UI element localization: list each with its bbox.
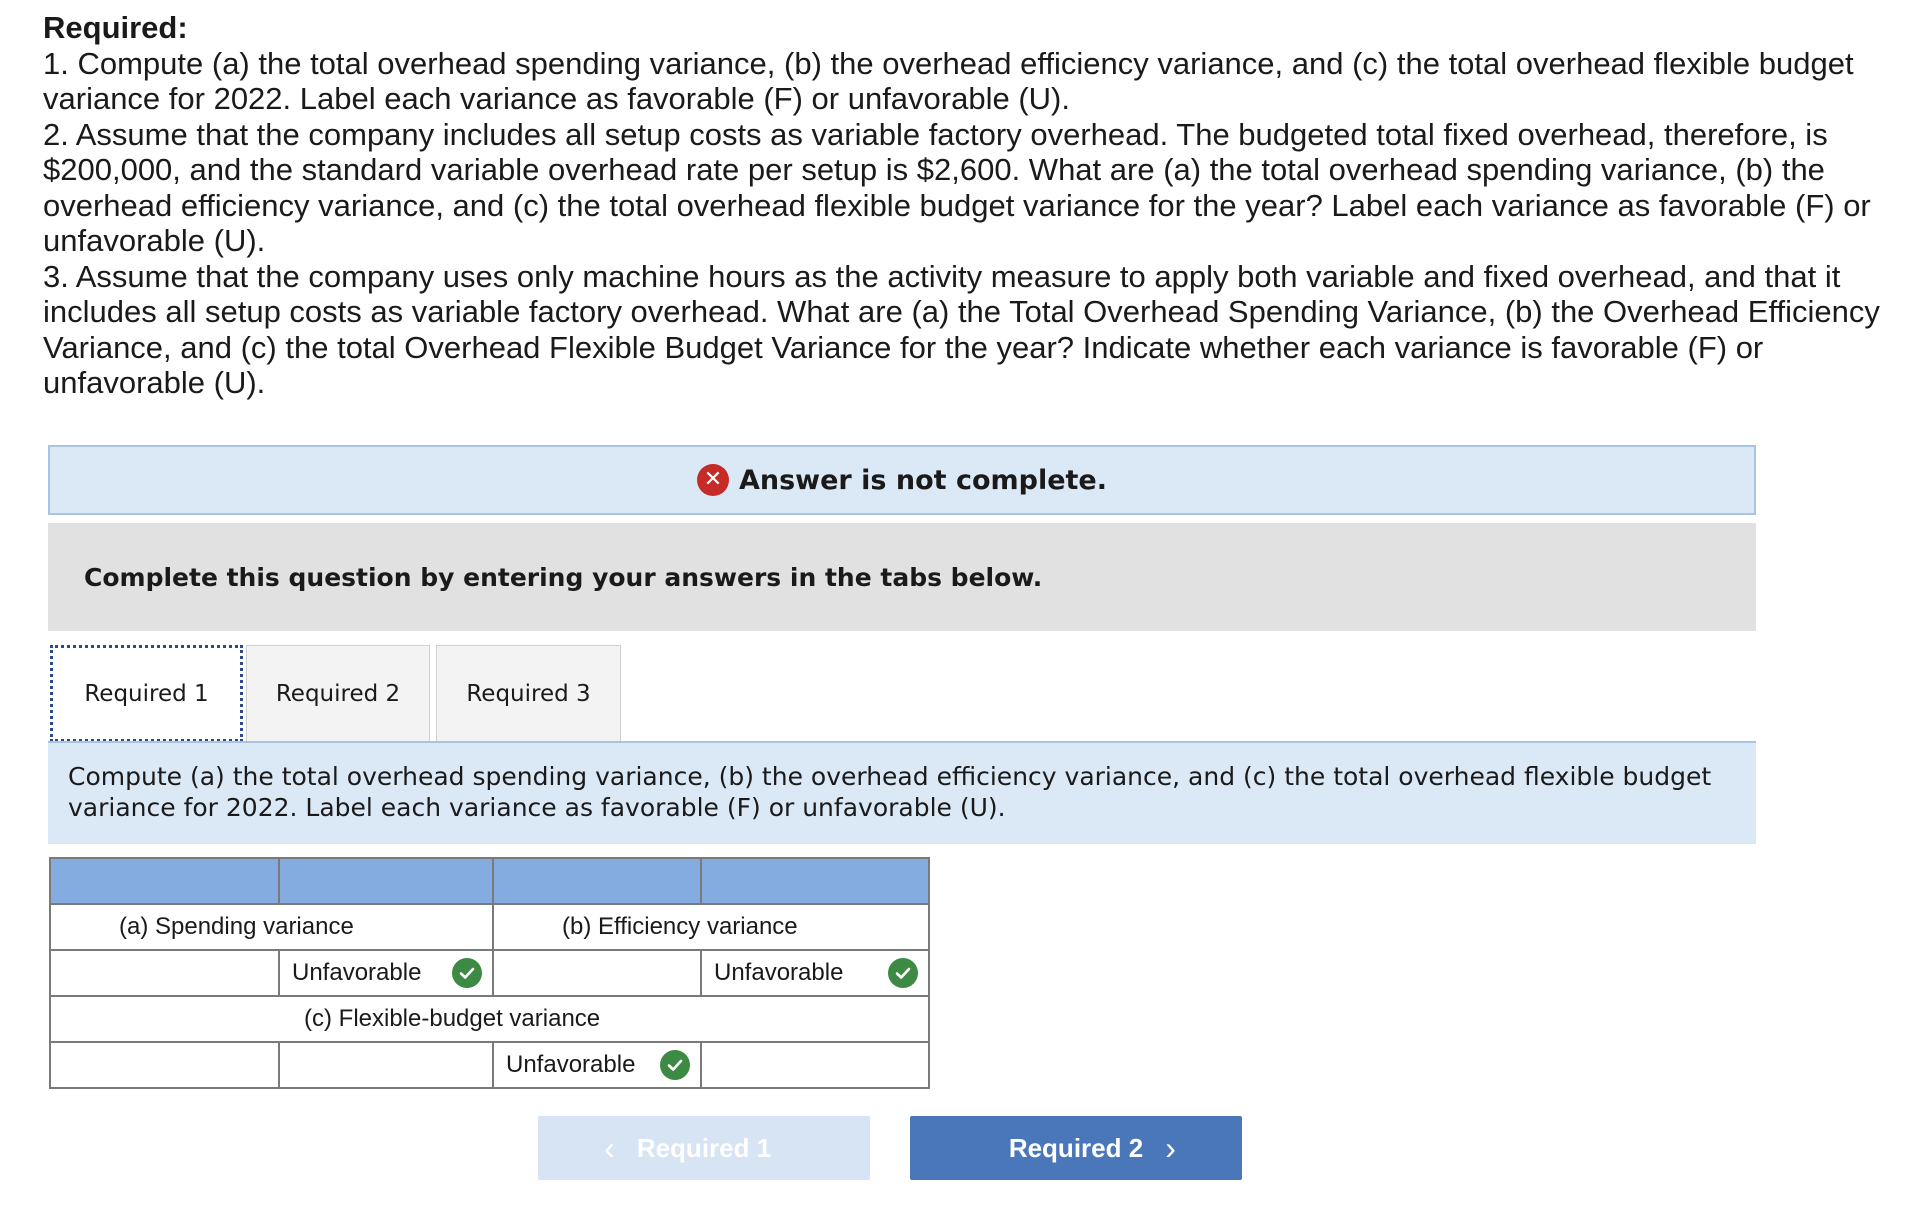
tab-required-1[interactable]: Required 1 — [50, 645, 243, 742]
previous-button[interactable]: ‹ Required 1 › — [538, 1116, 870, 1180]
label-row-c: (c) Flexible-budget variance — [49, 995, 930, 1043]
header-cell — [278, 857, 494, 905]
flexible-type-value: Unfavorable — [506, 1051, 636, 1078]
spending-amount-input[interactable] — [49, 949, 280, 997]
efficiency-type-value: Unfavorable — [714, 959, 844, 986]
table-header-row — [49, 857, 930, 905]
spending-variance-label: (a) Spending variance — [49, 903, 494, 951]
tab-required-2[interactable]: Required 2 — [246, 645, 430, 741]
required-item-2: 2. Assume that the company includes all … — [43, 116, 1871, 259]
chevron-right-icon: › — [1165, 1129, 1176, 1166]
label-row-ab: (a) Spending variance (b) Efficiency var… — [49, 903, 930, 951]
input-row-c: Unfavorable — [49, 1041, 930, 1089]
header-cell — [700, 857, 930, 905]
tab-required-3[interactable]: Required 3 — [436, 645, 621, 741]
flexible-type-select[interactable]: Unfavorable — [492, 1041, 702, 1089]
question-prompt-text: Compute (a) the total overhead spending … — [68, 762, 1712, 822]
header-cell — [49, 857, 280, 905]
spending-type-select[interactable]: Unfavorable — [278, 949, 494, 997]
flexible-amount-input[interactable] — [278, 1041, 494, 1089]
efficiency-variance-label: (b) Efficiency variance — [492, 903, 930, 951]
tab-required-1-label: Required 1 — [84, 680, 209, 707]
required-item-1: 1. Compute (a) the total overhead spendi… — [43, 45, 1854, 117]
header-cell — [492, 857, 702, 905]
tab-required-3-label: Required 3 — [466, 680, 591, 707]
check-icon — [660, 1050, 690, 1080]
next-button[interactable]: ‹ Required 2 › — [910, 1116, 1242, 1180]
instruction-text: Complete this question by entering your … — [84, 562, 1043, 592]
required-item-3: 3. Assume that the company uses only mac… — [43, 258, 1880, 401]
next-button-label: Required 2 — [1008, 1132, 1144, 1163]
answer-status-text: Answer is not complete. — [738, 464, 1108, 496]
check-icon — [452, 958, 482, 988]
instruction-box: Complete this question by entering your … — [48, 523, 1756, 631]
tab-required-2-label: Required 2 — [275, 680, 401, 707]
x-circle-icon: ✕ — [696, 464, 729, 496]
spending-type-value: Unfavorable — [292, 959, 422, 986]
efficiency-type-select[interactable]: Unfavorable — [700, 949, 930, 997]
empty-cell — [700, 1041, 930, 1089]
chevron-left-icon: ‹ — [604, 1129, 615, 1166]
required-title: Required: — [43, 10, 188, 45]
empty-cell — [49, 1041, 280, 1089]
flexible-budget-variance-label: (c) Flexible-budget variance — [49, 995, 930, 1043]
check-icon — [888, 958, 918, 988]
variance-answer-table: (a) Spending variance (b) Efficiency var… — [49, 857, 930, 1089]
previous-button-label: Required 1 — [636, 1132, 772, 1163]
answer-status-banner: ✕ Answer is not complete. — [48, 445, 1756, 515]
question-prompt: Compute (a) the total overhead spending … — [48, 741, 1756, 844]
input-row-ab: Unfavorable Unfavorable — [49, 949, 930, 997]
efficiency-amount-input[interactable] — [492, 949, 702, 997]
required-section: Required: 1. Compute (a) the total overh… — [43, 10, 1903, 401]
